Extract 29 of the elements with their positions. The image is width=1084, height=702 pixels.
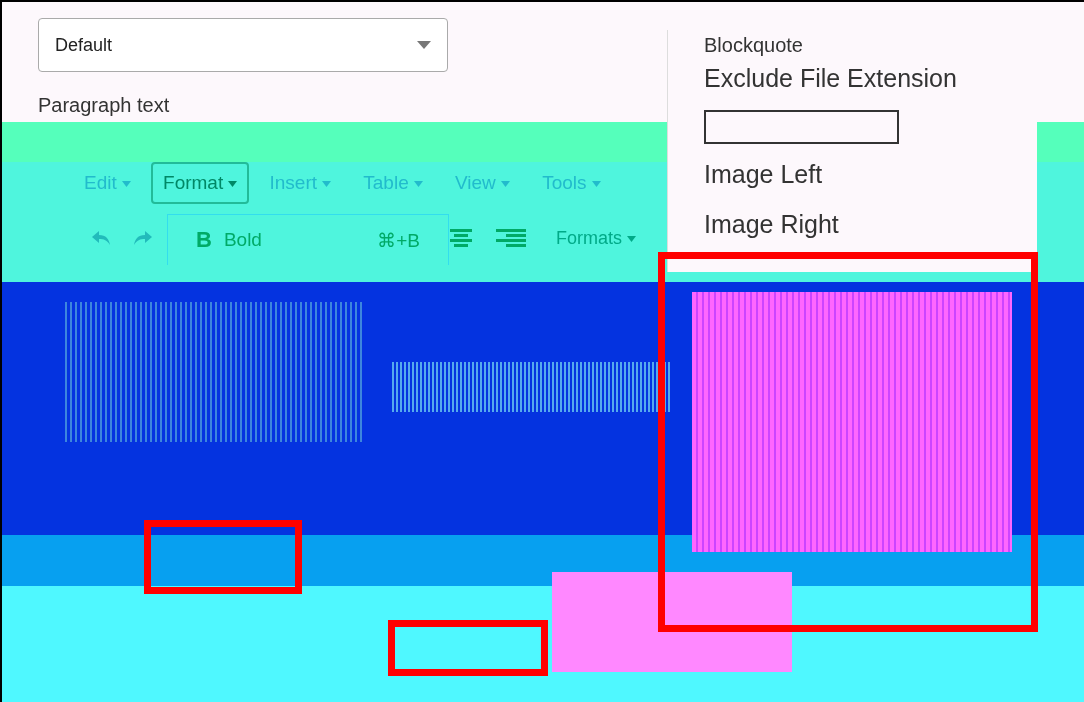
undo-icon[interactable] <box>92 231 110 245</box>
caret-icon <box>122 181 132 187</box>
input-field[interactable] <box>704 110 899 144</box>
shortcut-label: ⌘+B <box>377 228 420 252</box>
menu-tab[interactable]: Table <box>351 162 435 204</box>
menu-tab[interactable]: Tools <box>530 162 613 204</box>
bold-icon: B <box>196 227 212 253</box>
caret-icon <box>627 235 636 242</box>
menu-tab[interactable]: Insert <box>257 162 344 204</box>
style-dropdown[interactable]: Default <box>38 18 448 72</box>
caret-icon <box>417 41 431 49</box>
caret-icon <box>591 181 601 187</box>
align-center-icon[interactable] <box>450 229 472 247</box>
formats-dropdown[interactable]: Formats <box>550 226 642 250</box>
menu-item[interactable]: Image Right <box>704 200 1037 250</box>
menu-item[interactable]: Blockquote <box>704 34 1037 54</box>
menu-tab[interactable]: View <box>443 162 523 204</box>
caret-icon <box>414 181 423 187</box>
menu-tab[interactable]: Format <box>151 162 250 204</box>
block-format-label: Paragraph text <box>38 94 171 117</box>
align-right-icon[interactable] <box>496 229 526 247</box>
caret-icon <box>501 181 511 187</box>
menu-item[interactable]: Image Left <box>704 150 1037 200</box>
menu-tab[interactable]: Edit <box>72 162 144 204</box>
menu-item[interactable]: B Bold ⌘+B <box>168 215 448 265</box>
caret-icon <box>228 181 238 187</box>
redo-icon[interactable] <box>134 231 152 245</box>
menu-item-label: Bold <box>223 229 262 251</box>
caret-icon <box>322 181 332 187</box>
